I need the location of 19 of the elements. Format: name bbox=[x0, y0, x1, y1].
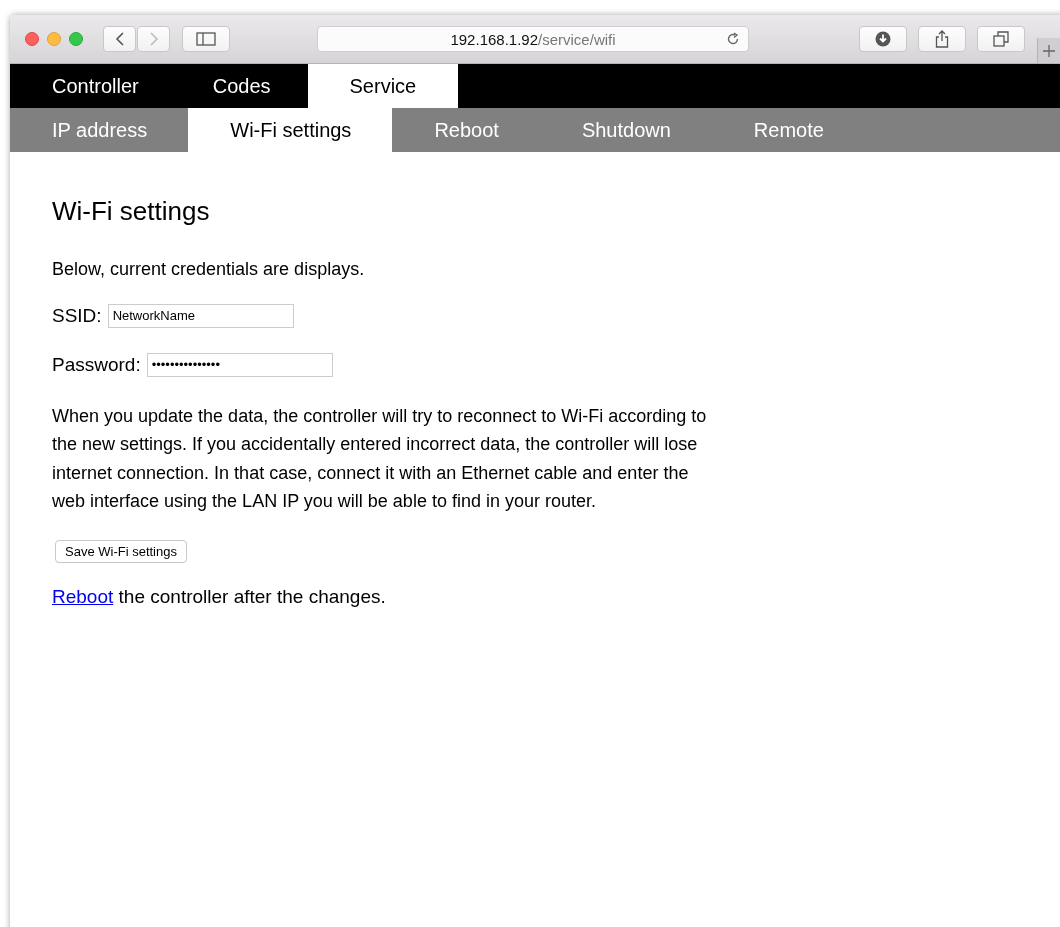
sub-tab[interactable]: Shutdown bbox=[539, 108, 712, 152]
reboot-note: Reboot the controller after the changes. bbox=[52, 584, 387, 609]
address-field[interactable]: 192.168.1.92/service/wifi bbox=[317, 26, 749, 52]
nav-tab[interactable]: Codes bbox=[180, 64, 308, 108]
nav-tab[interactable]: Service bbox=[307, 64, 459, 108]
input-field[interactable]: ••••••••••••••• bbox=[146, 352, 333, 377]
field-label: SSID: bbox=[52, 304, 102, 327]
nav-tab[interactable]: Controller bbox=[10, 64, 181, 108]
sub-tab[interactable]: IP address bbox=[10, 108, 189, 152]
reboot-link[interactable]: Reboot bbox=[52, 585, 114, 607]
sub-tab[interactable]: Reboot bbox=[392, 108, 540, 152]
input-field[interactable]: NetworkName bbox=[107, 303, 294, 328]
sub-tab[interactable]: Remote bbox=[711, 108, 865, 152]
save-button[interactable]: Save Wi-Fi settings bbox=[55, 539, 187, 563]
field-label: Password: bbox=[52, 353, 141, 376]
description-text: When you update the data, the controller will try to reconnect to Wi-Fi according to the new settings. If you accidentally entered incorrect data, the controller will lose internet connection. In that case, connect it with an Ethernet cable and enter the web interface using the LAN IP you will be able to find in your router. bbox=[52, 404, 707, 513]
intro-text: Below, current credentials are displays. bbox=[52, 258, 366, 281]
page-heading: Wi-Fi settings bbox=[52, 196, 211, 227]
sub-tab[interactable]: Wi-Fi settings bbox=[188, 108, 393, 152]
